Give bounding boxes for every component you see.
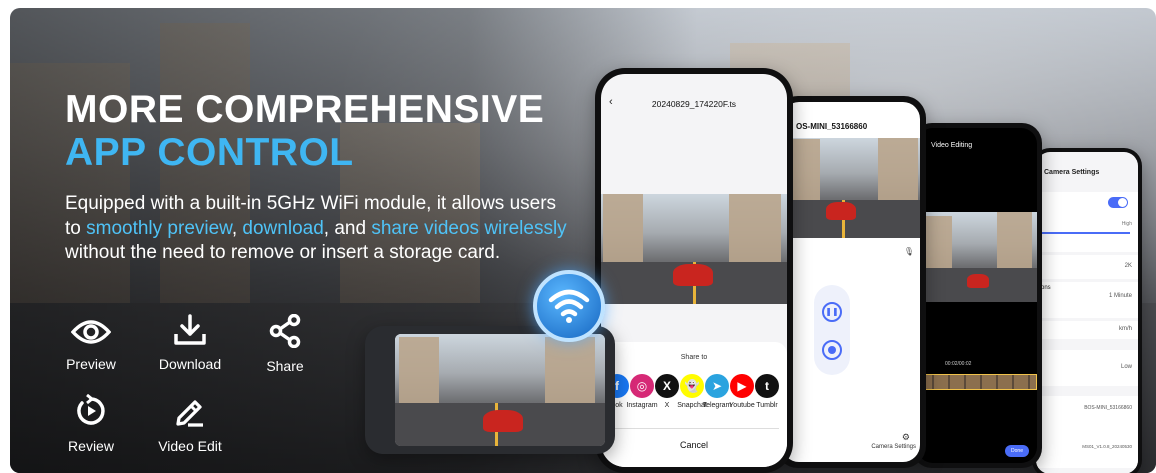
timeline-strip[interactable]: [917, 374, 1037, 390]
highlight-download: download: [242, 217, 324, 239]
settings-toggle[interactable]: [1108, 197, 1128, 208]
feature-preview: Preview: [46, 318, 136, 372]
headline-line-2: APP CONTROL: [65, 131, 354, 174]
settings-value: High: [1121, 221, 1132, 227]
control-panel: [814, 285, 850, 375]
description: Equipped with a built-in 5GHz WiFi modul…: [65, 192, 575, 266]
hero-banner: MORE COMPREHENSIVE APP CONTROL Equipped …: [10, 8, 1156, 473]
done-button[interactable]: Done: [1005, 445, 1029, 457]
pencil-icon: [176, 400, 203, 427]
edit-preview-video[interactable]: [917, 212, 1037, 302]
highlight-share: share videos wirelessly: [371, 217, 567, 239]
phone-device: OS-MINI_53166860 🎙 ❚❚ les ⚙ Camera Setti…: [776, 96, 926, 468]
feature-download: Download: [145, 314, 235, 372]
share-target-telegram-icon[interactable]: ➤: [705, 374, 729, 398]
settings-value: MS01_V1.0.8_20240530: [1082, 444, 1132, 449]
settings-value[interactable]: km/h: [1119, 326, 1132, 332]
share-sheet: Share to f ook ◎ Instagram X X 👻 Snapchat ➤ Teleg…: [601, 342, 787, 467]
phone-landscape: [365, 326, 615, 454]
headline-line-1: MORE COMPREHENSIVE: [65, 88, 545, 131]
share-target-x-icon[interactable]: X: [655, 374, 679, 398]
pause-button[interactable]: ❚❚: [822, 302, 842, 322]
settings-value: BOS-MINI_53166860: [1084, 405, 1132, 411]
share-target-label: Tumblr: [756, 402, 778, 409]
share-target-youtube-icon[interactable]: ▶: [730, 374, 754, 398]
settings-value[interactable]: 2K: [1125, 263, 1132, 269]
share-title: Share to: [680, 354, 708, 361]
record-button[interactable]: [822, 340, 842, 360]
feature-share: Share: [240, 314, 330, 374]
feature-label: Download: [158, 356, 222, 372]
wifi-icon: [548, 289, 590, 323]
phone-share: ‹ 20240829_174220F.ts Share to f ook ◎ Inst…: [595, 68, 793, 473]
replay-icon: [77, 394, 105, 425]
download-icon: [174, 314, 206, 345]
wifi-badge: [533, 270, 605, 342]
share-target-tumblr-icon[interactable]: t: [755, 374, 779, 398]
highlight-preview: smoothly preview: [86, 217, 232, 239]
feature-label: Video Edit: [158, 438, 222, 454]
description-text: ,: [231, 217, 243, 239]
tab-camera-settings[interactable]: Camera Settings: [871, 444, 916, 450]
settings-value[interactable]: 1 Minute: [1109, 293, 1132, 299]
description-text: without the need to remove or insert a s…: [65, 242, 501, 263]
gear-icon[interactable]: ⚙: [902, 432, 910, 443]
feature-label: Review: [68, 438, 114, 454]
mic-icon[interactable]: 🎙: [904, 247, 914, 256]
settings-title: Camera Settings: [1044, 169, 1100, 176]
share-target-snapchat-icon[interactable]: 👻: [680, 374, 704, 398]
phone-settings: Camera Settings g High 2K tions 1 Minute…: [1032, 148, 1142, 473]
playback-video[interactable]: [601, 194, 787, 304]
feature-label: Share: [266, 358, 304, 374]
headline: MORE COMPREHENSIVE APP CONTROL: [65, 88, 544, 174]
video-filename: 20240829_174220F.ts: [651, 99, 737, 109]
feature-video-edit: Video Edit: [145, 394, 235, 454]
cancel-button[interactable]: Cancel: [601, 440, 787, 450]
settings-value[interactable]: Low: [1121, 364, 1132, 370]
device-title: OS-MINI_53166860: [796, 122, 868, 131]
video-edit-title: Video Editing: [931, 142, 973, 149]
share-target-instagram-icon[interactable]: ◎: [630, 374, 654, 398]
share-icon: [269, 314, 301, 348]
edit-time: 00:02/00:02: [945, 361, 972, 367]
eye-icon: [71, 320, 111, 344]
live-preview-video[interactable]: [782, 138, 920, 238]
phone-video-edit: Video Editing 00:02/00:02 Done: [912, 123, 1042, 468]
feature-label: Preview: [66, 356, 116, 372]
feature-review: Review: [46, 394, 136, 454]
description-text: , and: [323, 217, 372, 239]
dashcam-video[interactable]: [395, 334, 605, 446]
